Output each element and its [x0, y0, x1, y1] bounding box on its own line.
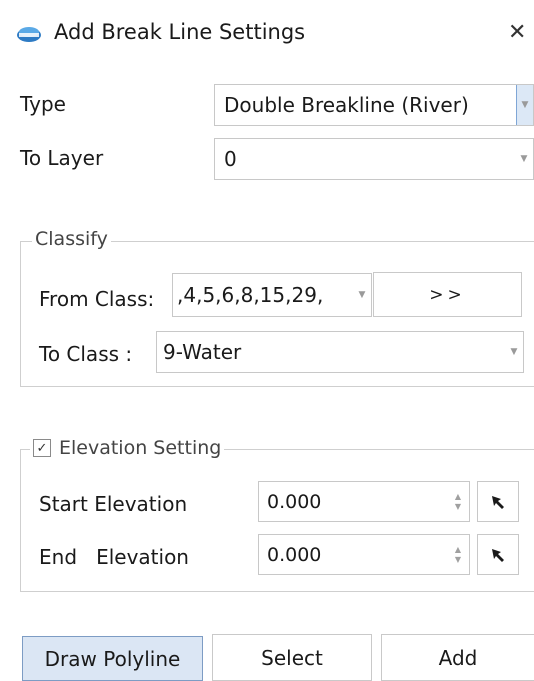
- from-class-select[interactable]: ,4,5,6,8,15,29, ▼: [172, 273, 372, 317]
- select-button[interactable]: Select: [212, 634, 372, 681]
- add-button[interactable]: Add: [381, 634, 534, 681]
- elevation-legend-wrap: ✓ Elevation Setting: [30, 434, 225, 462]
- layer-select[interactable]: 0 ▼: [214, 138, 534, 180]
- dropdown-arrow-icon[interactable]: ▼: [516, 85, 533, 125]
- classify-legend: Classify: [32, 228, 111, 250]
- close-icon[interactable]: ✕: [508, 20, 526, 45]
- to-class-label: To Class :: [39, 342, 133, 366]
- pick-point-icon: [492, 495, 504, 509]
- type-label: Type: [20, 92, 66, 116]
- from-class-label: From Class:: [39, 287, 155, 311]
- type-select[interactable]: Double Breakline (River) ▼: [214, 84, 534, 126]
- spin-arrows-icon[interactable]: ▲ ▼: [447, 492, 469, 512]
- to-class-select[interactable]: 9-Water ▼: [156, 331, 524, 373]
- layer-label: To Layer: [20, 146, 104, 170]
- pick-point-icon: [492, 548, 504, 562]
- to-class-value: 9-Water: [163, 340, 242, 364]
- end-elevation-label: End Elevation: [39, 545, 189, 569]
- layer-select-value: 0: [224, 147, 237, 171]
- end-elevation-input[interactable]: 0.000 ▲ ▼: [258, 534, 470, 575]
- start-elevation-value: 0.000: [267, 490, 322, 513]
- start-elevation-input[interactable]: 0.000 ▲ ▼: [258, 481, 470, 522]
- draw-polyline-button[interactable]: Draw Polyline: [22, 636, 203, 681]
- window-title: Add Break Line Settings: [54, 20, 306, 44]
- end-pick-button[interactable]: [477, 534, 519, 575]
- end-elevation-value: 0.000: [267, 543, 322, 566]
- type-select-value: Double Breakline (River): [224, 93, 469, 117]
- start-pick-button[interactable]: [477, 481, 519, 522]
- from-class-value: ,4,5,6,8,15,29,: [177, 283, 324, 307]
- select-classes-button[interactable]: >>: [373, 272, 522, 317]
- dropdown-arrow-icon[interactable]: ▼: [505, 332, 523, 372]
- elevation-legend: Elevation Setting: [59, 437, 222, 459]
- start-elevation-label: Start Elevation: [39, 492, 188, 516]
- app-logo-icon: [15, 24, 43, 44]
- dropdown-arrow-icon[interactable]: ▼: [353, 274, 371, 316]
- title-bar: Add Break Line Settings ✕: [0, 0, 534, 66]
- spin-arrows-icon[interactable]: ▲ ▼: [447, 545, 469, 565]
- dropdown-arrow-icon[interactable]: ▼: [515, 139, 533, 179]
- elevation-checkbox[interactable]: ✓: [33, 439, 51, 457]
